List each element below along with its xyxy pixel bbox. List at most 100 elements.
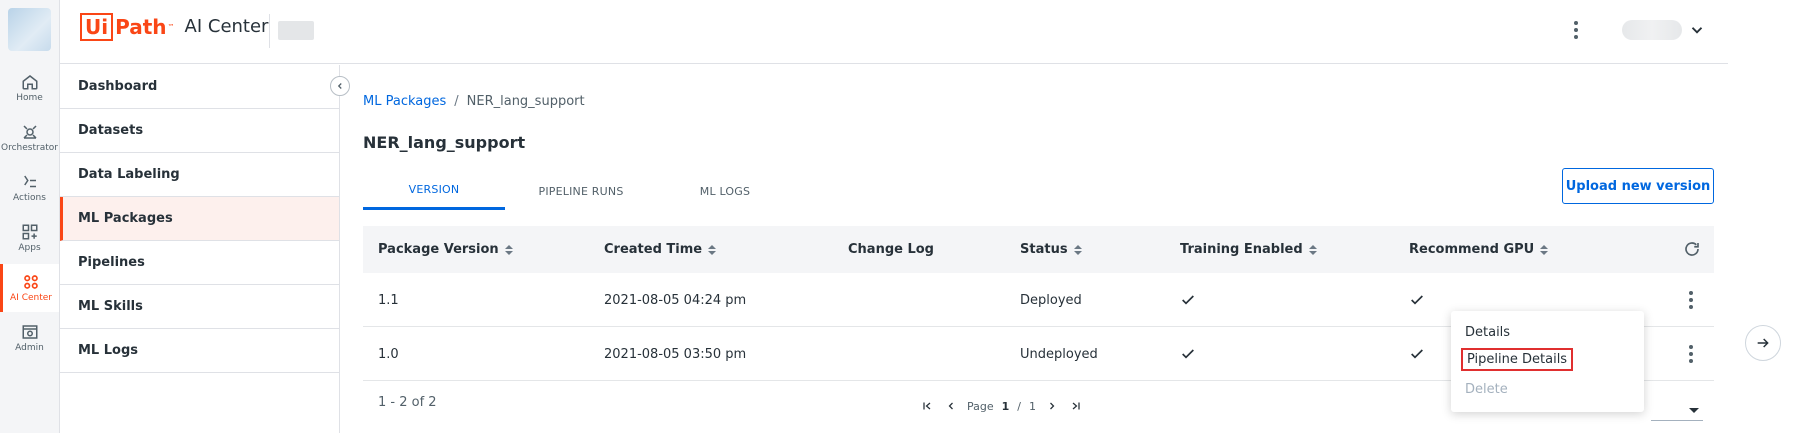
user-menu[interactable] bbox=[1622, 20, 1682, 40]
sort-icon[interactable] bbox=[504, 244, 513, 256]
ai-center-icon bbox=[24, 275, 38, 289]
rail-item-label: Apps bbox=[18, 243, 41, 253]
next-arrow-button[interactable] bbox=[1745, 325, 1781, 361]
last-page-icon[interactable] bbox=[1064, 397, 1088, 415]
rail-item-label: AI Center bbox=[10, 293, 52, 303]
apps-icon bbox=[22, 224, 37, 240]
sidebar-item-label: Datasets bbox=[78, 123, 144, 138]
sidebar-item-label: Data Labeling bbox=[78, 167, 180, 182]
admin-icon bbox=[22, 325, 37, 339]
tab-ml-logs[interactable]: ML LOGS bbox=[680, 172, 770, 210]
sidebar-item-label: ML Skills bbox=[78, 299, 143, 314]
tab-pipeline-runs[interactable]: PIPELINE RUNS bbox=[520, 172, 642, 210]
rail-item-ai-center[interactable]: AI Center bbox=[0, 264, 59, 312]
row-context-menu: Details Pipeline Details Delete bbox=[1451, 311, 1644, 412]
cell-created: 2021-08-05 03:50 pm bbox=[604, 346, 747, 362]
column-label: Recommend GPU bbox=[1409, 242, 1535, 257]
tenant-selector[interactable] bbox=[278, 21, 314, 40]
check-icon bbox=[1411, 349, 1423, 359]
sidebar-item-datasets[interactable]: Datasets bbox=[60, 109, 339, 153]
rail-item-apps[interactable]: Apps bbox=[0, 214, 59, 262]
row-count: 1 - 2 of 2 bbox=[378, 395, 437, 410]
column-training-enabled[interactable]: Training Enabled bbox=[1180, 226, 1317, 273]
check-icon bbox=[1411, 295, 1423, 305]
sidebar-item-ml-packages[interactable]: ML Packages bbox=[60, 197, 339, 241]
page-current: 1 bbox=[1001, 399, 1010, 413]
next-page-icon[interactable] bbox=[1040, 397, 1064, 415]
sidebar-item-ml-skills[interactable]: ML Skills bbox=[60, 285, 339, 329]
logo-path: Path bbox=[115, 15, 167, 39]
left-rail: Home Orchestrator Actions Apps AI Center… bbox=[0, 0, 60, 433]
chevron-down-icon[interactable] bbox=[1688, 21, 1706, 39]
column-label: Package Version bbox=[378, 242, 499, 257]
arrow-right-icon bbox=[1757, 338, 1769, 348]
column-label: Change Log bbox=[848, 242, 934, 257]
column-label: Training Enabled bbox=[1180, 242, 1303, 257]
column-status[interactable]: Status bbox=[1020, 226, 1082, 273]
column-package-version[interactable]: Package Version bbox=[378, 226, 513, 273]
cell-recommend-gpu bbox=[1409, 273, 1425, 327]
check-icon bbox=[1182, 295, 1194, 305]
home-icon bbox=[22, 75, 37, 90]
cell-version: 1.1 bbox=[378, 292, 399, 308]
pagination: Page 1 / 1 bbox=[915, 397, 1088, 415]
org-avatar[interactable] bbox=[8, 8, 51, 51]
menu-item-details[interactable]: Details bbox=[1465, 325, 1510, 340]
sidebar-item-label: ML Packages bbox=[78, 211, 173, 226]
column-change-log: Change Log bbox=[848, 226, 934, 273]
column-label: Status bbox=[1020, 242, 1068, 257]
cell-status: Deployed bbox=[1020, 292, 1082, 308]
logo-ui: Ui bbox=[80, 13, 114, 41]
sidebar-item-data-labeling[interactable]: Data Labeling bbox=[60, 153, 339, 197]
breadcrumb-current: NER_lang_support bbox=[466, 94, 585, 109]
rail-item-orchestrator[interactable]: Orchestrator bbox=[0, 114, 59, 162]
sidebar: Dashboard Datasets Data Labeling ML Pack… bbox=[60, 65, 340, 433]
sort-icon[interactable] bbox=[708, 244, 717, 256]
collapse-sidebar-button[interactable] bbox=[330, 76, 350, 96]
sort-icon[interactable] bbox=[1308, 244, 1317, 256]
uipath-logo[interactable]: Ui Path ™ AI Center bbox=[80, 13, 268, 41]
page-title: NER_lang_support bbox=[363, 133, 526, 152]
tab-label: VERSION bbox=[408, 183, 460, 196]
sidebar-item-label: ML Logs bbox=[78, 343, 139, 358]
logo-trademark: ™ bbox=[167, 23, 175, 31]
check-icon bbox=[1182, 349, 1194, 359]
refresh-icon[interactable] bbox=[1683, 240, 1701, 258]
column-recommend-gpu[interactable]: Recommend GPU bbox=[1409, 226, 1549, 273]
menu-item-pipeline-details[interactable]: Pipeline Details bbox=[1461, 348, 1574, 371]
orchestrator-icon bbox=[22, 125, 37, 139]
sort-icon[interactable] bbox=[1540, 244, 1549, 256]
rail-item-home[interactable]: Home bbox=[0, 64, 59, 112]
product-name: AI Center bbox=[184, 16, 269, 37]
sidebar-item-label: Pipelines bbox=[78, 255, 145, 270]
cell-status: Undeployed bbox=[1020, 346, 1098, 362]
breadcrumb-ml-packages[interactable]: ML Packages bbox=[363, 94, 446, 109]
column-created-time[interactable]: Created Time bbox=[604, 226, 717, 273]
first-page-icon[interactable] bbox=[915, 397, 939, 415]
app-root: Home Orchestrator Actions Apps AI Center… bbox=[0, 0, 1795, 433]
previous-page-icon[interactable] bbox=[939, 397, 963, 415]
sort-icon[interactable] bbox=[1073, 244, 1082, 256]
rail-item-admin[interactable]: Admin bbox=[0, 314, 59, 362]
cell-created: 2021-08-05 04:24 pm bbox=[604, 292, 747, 308]
rows-per-page-select[interactable] bbox=[1651, 403, 1703, 421]
menu-item-delete: Delete bbox=[1465, 382, 1508, 397]
more-options-icon[interactable] bbox=[1564, 18, 1588, 42]
sidebar-item-label: Dashboard bbox=[78, 79, 158, 94]
sidebar-item-ml-logs[interactable]: ML Logs bbox=[60, 329, 339, 373]
sidebar-item-dashboard[interactable]: Dashboard bbox=[60, 65, 339, 109]
tab-version[interactable]: VERSION bbox=[363, 172, 505, 210]
rail-item-actions[interactable]: Actions bbox=[0, 164, 59, 212]
breadcrumb-separator: / bbox=[454, 94, 459, 109]
rail-item-label: Actions bbox=[13, 193, 46, 203]
rail-item-label: Home bbox=[16, 93, 43, 103]
column-label: Created Time bbox=[604, 242, 703, 257]
top-header: Ui Path ™ AI Center bbox=[60, 0, 1728, 64]
row-more-options-icon[interactable] bbox=[1681, 342, 1701, 366]
sidebar-item-pipelines[interactable]: Pipelines bbox=[60, 241, 339, 285]
chevron-left-icon bbox=[337, 83, 342, 89]
row-more-options-icon[interactable] bbox=[1681, 288, 1701, 312]
upload-new-version-button[interactable]: Upload new version bbox=[1562, 168, 1714, 204]
tab-label: ML LOGS bbox=[699, 184, 751, 198]
table-header: Package Version Created Time Change Log … bbox=[363, 226, 1714, 273]
